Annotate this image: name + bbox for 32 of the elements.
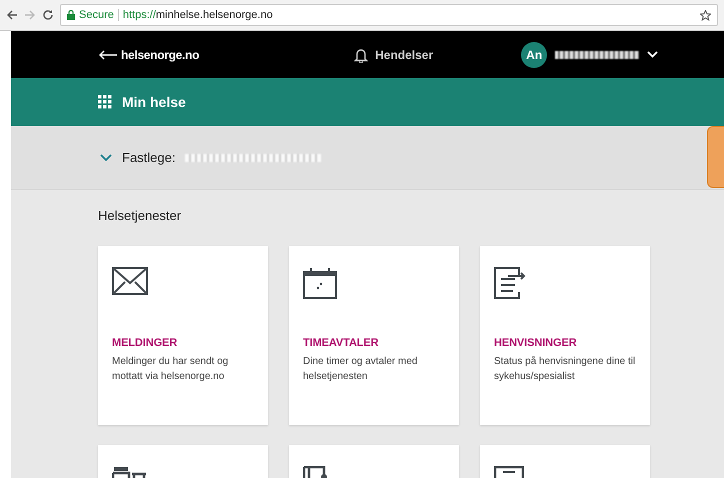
chevron-down-icon bbox=[647, 51, 658, 58]
calendar-icon bbox=[303, 267, 339, 300]
reload-icon bbox=[42, 9, 54, 21]
book-icon bbox=[303, 466, 328, 478]
card-description: Status på henvisningene dine til sykehus/spesialist bbox=[494, 355, 636, 384]
fastlege-label: Fastlege: bbox=[122, 150, 176, 165]
left-arrow-icon bbox=[98, 50, 118, 60]
service-card[interactable]: HENVISNINGER Status på henvisningene dine til sykehus/spesialist bbox=[480, 246, 650, 425]
chevron-down-icon[interactable] bbox=[100, 154, 112, 161]
service-card[interactable]: TIMEAVTALER Dine timer og avtaler med helsetjenesten bbox=[289, 246, 459, 425]
clipboard-icon bbox=[494, 466, 524, 478]
card-title[interactable]: HENVISNINGER bbox=[494, 337, 636, 349]
card-description: Meldinger du har sendt og mottatt via helsenorge.no bbox=[112, 355, 230, 384]
forward-icon bbox=[24, 9, 36, 21]
bookmark-star-icon bbox=[700, 10, 711, 20]
card-title[interactable]: TIMEAVTALER bbox=[303, 337, 445, 349]
avatar[interactable]: An bbox=[521, 42, 548, 68]
lock-icon bbox=[67, 10, 75, 20]
section-heading: Helsetjenester bbox=[97, 207, 182, 225]
service-card[interactable]: MELDINGER Meldinger du har sendt og mottatt via helsenorge.no bbox=[98, 246, 268, 425]
grid-menu-icon bbox=[98, 95, 112, 109]
back-link[interactable]: helsenorge.no bbox=[98, 48, 200, 62]
notifications-link[interactable]: Hendelser bbox=[354, 46, 434, 62]
url-text: https://minhelse.helsenorge.no bbox=[122, 9, 273, 21]
page-title: Min helse bbox=[122, 94, 186, 110]
bottles-icon bbox=[112, 466, 148, 478]
card-description: Dine timer og avtaler med helsetjenesten bbox=[303, 355, 418, 384]
back-icon bbox=[6, 9, 18, 21]
bell-icon bbox=[354, 46, 368, 62]
secure-label: Secure bbox=[79, 9, 114, 21]
card-title[interactable]: MELDINGER bbox=[112, 337, 254, 349]
address-bar[interactable]: Secure https://minhelse.helsenorge.no bbox=[60, 4, 718, 26]
